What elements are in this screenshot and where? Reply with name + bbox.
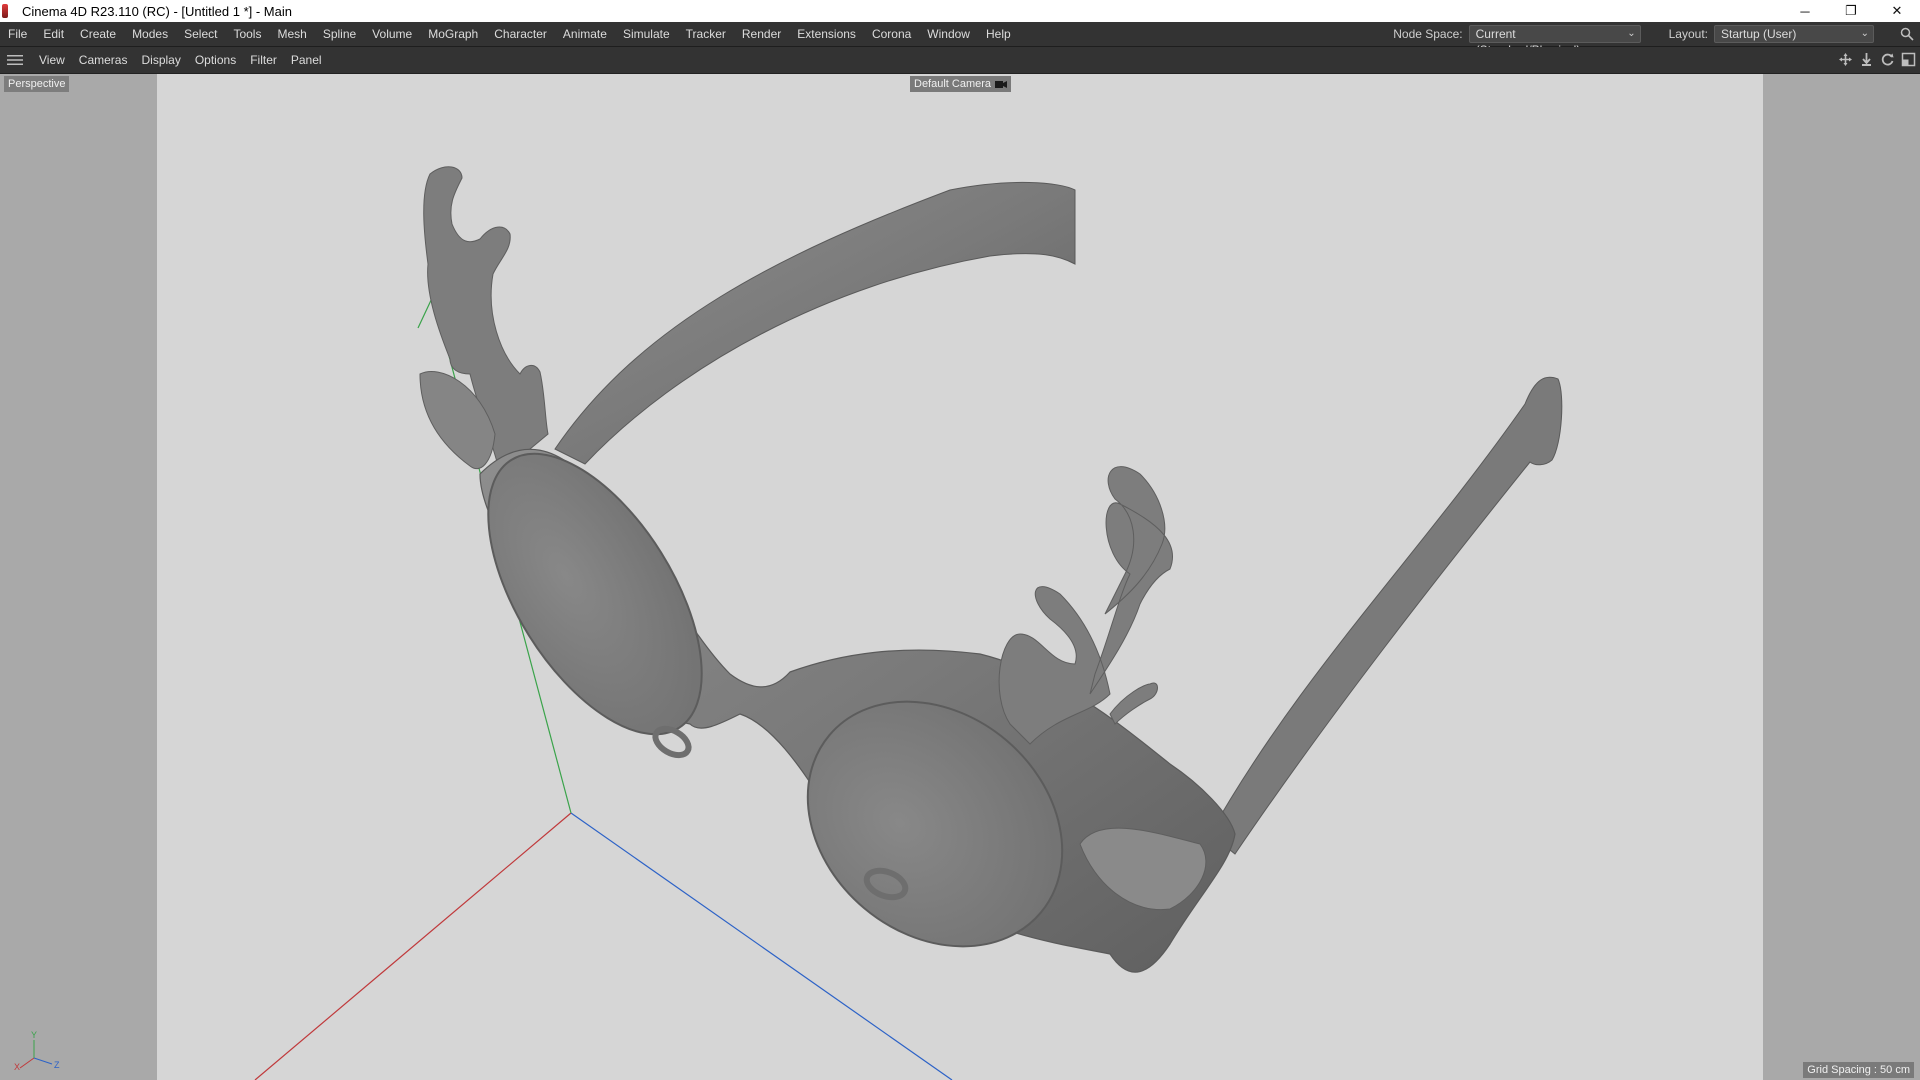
- layout-value: Startup (User): [1721, 27, 1797, 41]
- layout-dropdown[interactable]: Startup (User) ⌄: [1714, 25, 1874, 43]
- menu-mograph[interactable]: MoGraph: [420, 22, 486, 46]
- maximize-view-icon[interactable]: [1901, 52, 1916, 67]
- menu-file[interactable]: File: [0, 22, 35, 46]
- viewport-menu-options[interactable]: Options: [188, 47, 243, 73]
- menu-mesh[interactable]: Mesh: [269, 22, 314, 46]
- left-temple: [554, 181, 1076, 465]
- menu-tracker[interactable]: Tracker: [678, 22, 734, 46]
- move-view-icon[interactable]: [1838, 52, 1853, 67]
- camera-name: Default Camera: [914, 78, 992, 90]
- menu-create[interactable]: Create: [72, 22, 124, 46]
- menu-modes[interactable]: Modes: [124, 22, 176, 46]
- menu-help[interactable]: Help: [978, 22, 1019, 46]
- gizmo-z-label: Z: [54, 1060, 60, 1070]
- restore-button[interactable]: ❐: [1828, 0, 1874, 22]
- grid-spacing-label: Grid Spacing : 50 cm: [1803, 1062, 1914, 1078]
- menu-select[interactable]: Select: [176, 22, 225, 46]
- node-space-label: Node Space:: [1393, 27, 1463, 41]
- x-axis-line: [254, 812, 572, 1080]
- rotate-view-icon[interactable]: [1880, 52, 1895, 67]
- close-button[interactable]: ✕: [1874, 0, 1920, 22]
- projection-label[interactable]: Perspective: [4, 76, 70, 92]
- node-space-dropdown[interactable]: Current (Standard/Physical) ⌄: [1468, 25, 1641, 57]
- layout-label: Layout:: [1668, 27, 1708, 41]
- right-temple: [1209, 376, 1563, 855]
- scene-render: [254, 166, 1563, 1080]
- menu-extensions[interactable]: Extensions: [789, 22, 864, 46]
- camera-label[interactable]: Default Camera: [910, 76, 1012, 92]
- camera-icon: [995, 81, 1008, 88]
- menu-right-group: Node Space: Current (Standard/Physical) …: [1393, 22, 1920, 57]
- cinema4d-icon: [2, 4, 8, 18]
- gizmo-z-axis: [33, 1057, 53, 1065]
- menu-volume[interactable]: Volume: [364, 22, 420, 46]
- gizmo-x-axis: [19, 1057, 35, 1069]
- window-controls: ─ ❐ ✕: [1782, 0, 1920, 22]
- chevron-down-icon: ⌄: [1627, 28, 1636, 39]
- menu-render[interactable]: Render: [734, 22, 789, 46]
- menu-tools[interactable]: Tools: [225, 22, 269, 46]
- search-icon[interactable]: [1900, 27, 1914, 41]
- left-loop: [652, 725, 692, 759]
- menu-window[interactable]: Window: [919, 22, 978, 46]
- axis-gizmo: X Y Z: [14, 1030, 60, 1070]
- menu-spline[interactable]: Spline: [315, 22, 364, 46]
- viewport-menu-display[interactable]: Display: [134, 47, 187, 73]
- zoom-view-icon[interactable]: [1859, 52, 1874, 67]
- viewport-menu-view[interactable]: View: [32, 47, 72, 73]
- menu-edit[interactable]: Edit: [35, 22, 72, 46]
- title-bar: Cinema 4D R23.110 (RC) - [Untitled 1 *] …: [0, 0, 1920, 22]
- right-antler: [998, 466, 1173, 745]
- viewport-menu-panel[interactable]: Panel: [284, 47, 329, 73]
- menu-corona[interactable]: Corona: [864, 22, 919, 46]
- viewport-menu-cameras[interactable]: Cameras: [72, 47, 135, 73]
- hamburger-icon[interactable]: [7, 54, 23, 66]
- main-menu-bar: File Edit Create Modes Select Tools Mesh…: [0, 22, 1920, 57]
- window-title: Cinema 4D R23.110 (RC) - [Untitled 1 *] …: [22, 3, 292, 19]
- viewport-menu-filter[interactable]: Filter: [243, 47, 284, 73]
- gizmo-x-label: X: [14, 1062, 20, 1070]
- viewport-perspective[interactable]: Perspective Default Camera Grid Spacing …: [0, 74, 1920, 1080]
- viewport-navigation: [1838, 52, 1916, 67]
- gizmo-y-label: Y: [31, 1030, 37, 1040]
- menu-character[interactable]: Character: [486, 22, 555, 46]
- menu-animate[interactable]: Animate: [555, 22, 615, 46]
- chevron-down-icon: ⌄: [1860, 28, 1869, 39]
- menu-simulate[interactable]: Simulate: [615, 22, 678, 46]
- viewport-menu-bar: View Cameras Display Options Filter Pane…: [0, 47, 1920, 74]
- minimize-button[interactable]: ─: [1782, 0, 1828, 22]
